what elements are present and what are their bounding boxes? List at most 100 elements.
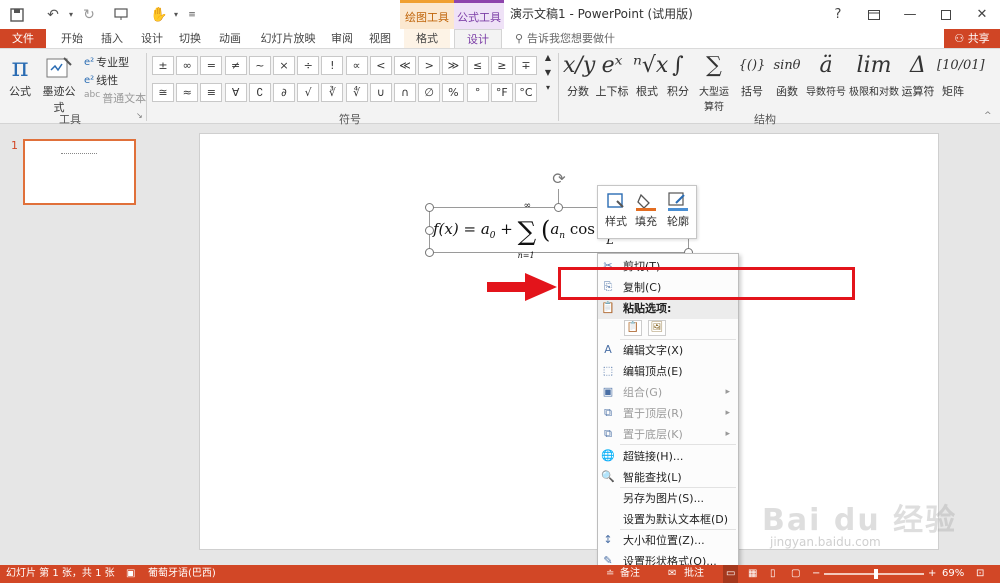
tab-review[interactable]: 审阅 xyxy=(326,29,358,48)
symbol-button[interactable]: = xyxy=(200,56,223,75)
symbol-button[interactable]: ≡ xyxy=(200,83,223,102)
undo-dropdown-icon[interactable]: ▾ xyxy=(64,4,78,26)
tab-transitions[interactable]: 切换 xyxy=(174,29,206,48)
slide-canvas[interactable] xyxy=(199,133,939,550)
fit-slide-icon[interactable]: ⊡ xyxy=(976,565,984,583)
context-menu-item[interactable]: ⧉ 置于顶层(R) ▸ xyxy=(598,403,738,424)
redo-icon[interactable]: ↻ xyxy=(78,4,100,26)
tab-insert[interactable]: 插入 xyxy=(96,29,128,48)
paste-keep-format-icon[interactable]: 📋 xyxy=(624,320,642,336)
structure-button[interactable]: ⁿ√x 根式 xyxy=(633,51,668,99)
structure-button[interactable]: Δ 运算符 xyxy=(901,51,935,99)
resize-handle-tl[interactable] xyxy=(425,203,434,212)
context-menu-item[interactable]: ▣ 组合(G) ▸ xyxy=(598,382,738,403)
context-menu-item[interactable]: 另存为图片(S)... xyxy=(598,488,738,509)
equation-content[interactable]: f(x) = a0 + ∑∞n=1 (an cos nπxL xyxy=(433,201,621,260)
symbol-button[interactable]: ∞ xyxy=(176,56,199,75)
normal-text-button[interactable]: abc 普通文本 xyxy=(84,90,146,106)
help-icon[interactable]: ? xyxy=(820,0,856,29)
professional-button[interactable]: e² 专业型 xyxy=(84,54,129,70)
undo-icon[interactable]: ↶ xyxy=(42,4,64,26)
paste-picture-icon[interactable]: 🖼 xyxy=(648,320,666,336)
context-menu-item[interactable]: 🔍 智能查找(L) xyxy=(598,467,738,488)
reading-view-icon[interactable]: ▯ xyxy=(770,565,776,583)
tab-home[interactable]: 开始 xyxy=(56,29,88,48)
tab-equation-design[interactable]: 设计 xyxy=(454,29,502,48)
zoom-in-icon[interactable]: + xyxy=(928,565,936,583)
structure-button[interactable]: [10/01] 矩阵 xyxy=(937,51,985,99)
symbol-button[interactable]: ∝ xyxy=(345,56,368,75)
linear-button[interactable]: e² 线性 xyxy=(84,72,118,88)
symbol-button[interactable]: ∅ xyxy=(418,83,441,102)
structure-button[interactable]: ∫ 积分 xyxy=(663,51,693,99)
context-menu-item[interactable]: ↕ 大小和位置(Z)... xyxy=(598,530,738,551)
structure-button[interactable]: lim 极限和对数 xyxy=(848,51,900,98)
resize-handle-tm[interactable] xyxy=(554,203,563,212)
symbol-button[interactable]: ∂ xyxy=(273,83,295,102)
symbols-scroll-up-icon[interactable]: ▲ xyxy=(542,53,554,67)
slide-sorter-icon[interactable]: ▦ xyxy=(748,565,757,583)
symbol-button[interactable]: ± xyxy=(152,56,174,75)
symbol-button[interactable]: ≪ xyxy=(394,56,416,75)
context-menu-item[interactable]: A 编辑文字(X) xyxy=(598,340,738,361)
presentation-icon[interactable] xyxy=(110,4,132,26)
slideshow-view-icon[interactable]: ▢ xyxy=(791,565,800,583)
symbol-button[interactable]: % xyxy=(442,83,465,102)
symbol-button[interactable]: ∁ xyxy=(248,83,271,102)
symbol-button[interactable]: °C xyxy=(515,83,537,102)
symbol-button[interactable]: < xyxy=(369,56,392,75)
tab-design[interactable]: 设计 xyxy=(136,29,168,48)
share-button[interactable]: ⚇ 共享 xyxy=(944,29,1000,48)
comments-icon[interactable]: ✉ xyxy=(668,565,676,583)
symbol-button[interactable]: ≤ xyxy=(466,56,489,75)
language-status[interactable]: 葡萄牙语(巴西) xyxy=(148,565,216,583)
context-menu-item[interactable]: ⧉ 置于底层(K) ▸ xyxy=(598,424,738,445)
resize-handle-ml[interactable] xyxy=(425,226,434,235)
tools-launcher-icon[interactable]: ↘ xyxy=(136,111,143,120)
touch-dropdown-icon[interactable]: ▾ xyxy=(170,4,182,26)
structure-button[interactable]: sinθ 函数 xyxy=(771,51,803,99)
symbol-button[interactable]: ∀ xyxy=(224,83,247,102)
symbol-button[interactable]: ÷ xyxy=(297,56,320,75)
style-button[interactable]: 样式 xyxy=(602,191,630,229)
symbol-button[interactable]: ≈ xyxy=(176,83,199,102)
structure-button[interactable]: ä 导数符号 xyxy=(805,51,847,98)
tab-file[interactable]: 文件 xyxy=(0,29,46,48)
minimize-icon[interactable]: — xyxy=(892,0,928,29)
slide-thumbnail[interactable] xyxy=(23,139,136,205)
zoom-level[interactable]: 69% xyxy=(942,565,964,583)
touch-mode-icon[interactable]: ✋ xyxy=(148,4,170,26)
tell-me-input[interactable]: 告诉我您想要做什么... xyxy=(527,29,633,64)
spellcheck-icon[interactable]: ▣ xyxy=(126,565,135,583)
symbols-more-icon[interactable]: ▾ xyxy=(542,83,554,97)
notes-icon[interactable]: ≐ xyxy=(606,565,614,583)
resize-handle-bl[interactable] xyxy=(425,248,434,257)
context-menu-item[interactable]: 📋 粘贴选项: xyxy=(598,298,738,319)
symbol-button[interactable]: ≅ xyxy=(152,83,174,102)
structure-button[interactable]: x/y 分数 xyxy=(563,51,595,99)
equation-button[interactable]: π 公式 xyxy=(5,53,35,99)
symbol-button[interactable]: × xyxy=(273,56,295,75)
symbol-button[interactable]: ~ xyxy=(248,56,271,75)
outline-button[interactable]: 轮廓 xyxy=(664,191,692,229)
context-menu-item[interactable]: 🌐 超链接(H)... xyxy=(598,446,738,467)
close-icon[interactable]: ✕ xyxy=(964,0,1000,29)
symbol-button[interactable]: ∓ xyxy=(515,56,537,75)
ribbon-display-icon[interactable] xyxy=(856,0,892,29)
ink-equation-button[interactable]: 墨迹公式 xyxy=(38,53,80,115)
maximize-icon[interactable] xyxy=(928,0,964,29)
structure-button[interactable]: {()} 括号 xyxy=(735,51,769,99)
symbol-button[interactable]: √ xyxy=(297,83,320,102)
tab-slideshow[interactable]: 幻灯片放映 xyxy=(256,29,320,48)
symbol-button[interactable]: °F xyxy=(490,83,513,102)
customize-qat-icon[interactable]: ≡ xyxy=(182,4,202,26)
collapse-ribbon-icon[interactable]: ^ xyxy=(984,111,992,121)
symbol-button[interactable]: ∜ xyxy=(345,83,368,102)
tab-animations[interactable]: 动画 xyxy=(214,29,246,48)
tab-view[interactable]: 视图 xyxy=(364,29,396,48)
symbol-button[interactable]: ≫ xyxy=(442,56,465,75)
symbols-scroll-down-icon[interactable]: ▼ xyxy=(542,68,554,82)
tab-format[interactable]: 格式 xyxy=(404,29,450,48)
symbol-button[interactable]: ∛ xyxy=(321,83,344,102)
symbol-button[interactable]: ∩ xyxy=(394,83,416,102)
